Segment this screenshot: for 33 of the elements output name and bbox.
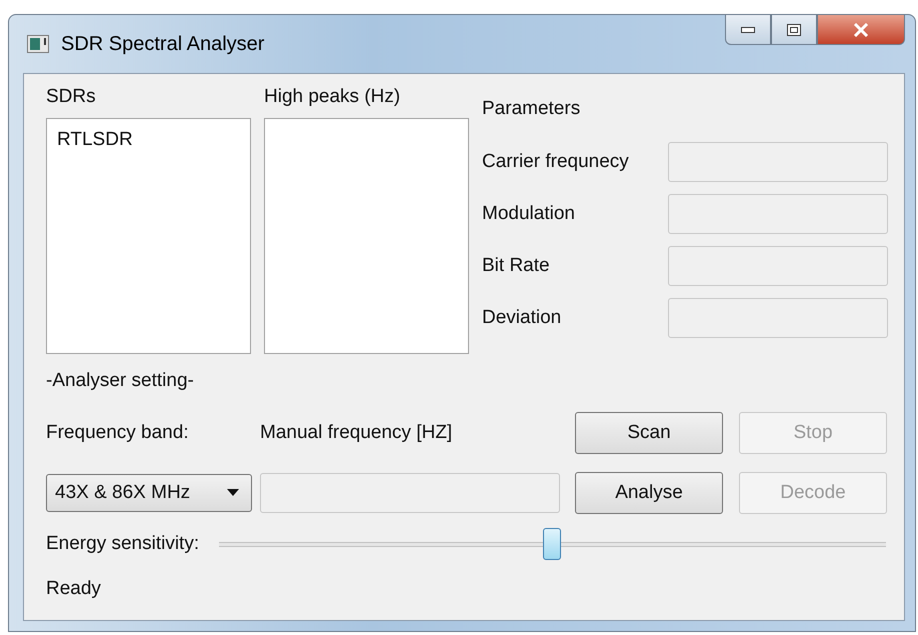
field-label: Deviation	[482, 307, 562, 329]
input-field[interactable]	[260, 473, 560, 513]
input-field[interactable]	[668, 298, 888, 338]
status-text: Ready	[46, 578, 102, 600]
sdr-list[interactable]: RTLSDR	[46, 118, 251, 354]
list-item[interactable]: RTLSDR	[55, 127, 242, 153]
field-label: Bit Rate	[482, 255, 551, 277]
scan-button[interactable]: Scan	[575, 412, 723, 454]
field-label: Carrier frequnecy	[482, 151, 630, 173]
app-icon	[27, 35, 49, 53]
caret-icon	[227, 489, 239, 497]
input-field[interactable]	[668, 142, 888, 182]
frequency-band-dropdown[interactable]: 43X & 86X MHz	[46, 474, 252, 512]
restore-icon	[787, 24, 801, 36]
section-label: Parameters	[482, 98, 582, 120]
maximize-button[interactable]	[771, 15, 817, 45]
minimize-button[interactable]	[725, 15, 771, 45]
window-title: SDR Spectral Analyser	[61, 32, 264, 56]
field-label: Frequency band:	[46, 422, 190, 444]
list-label: SDRs	[46, 86, 97, 108]
close-button[interactable]	[817, 15, 905, 45]
input-field[interactable]	[668, 246, 888, 286]
field-label: Manual frequency [HZ]	[260, 422, 454, 444]
analyse-button[interactable]: Analyse	[575, 472, 723, 514]
input-field[interactable]	[668, 194, 888, 234]
slider-thumb[interactable]	[542, 528, 561, 560]
list-label: High peaks (Hz)	[264, 86, 402, 108]
minimize-icon	[741, 26, 755, 32]
field-label: Modulation	[482, 203, 576, 225]
peaks-list[interactable]	[264, 118, 469, 354]
section-label: -Analyser setting-	[46, 370, 195, 392]
slider-label: Energy sensitivity:	[46, 533, 200, 555]
close-icon	[853, 22, 869, 36]
